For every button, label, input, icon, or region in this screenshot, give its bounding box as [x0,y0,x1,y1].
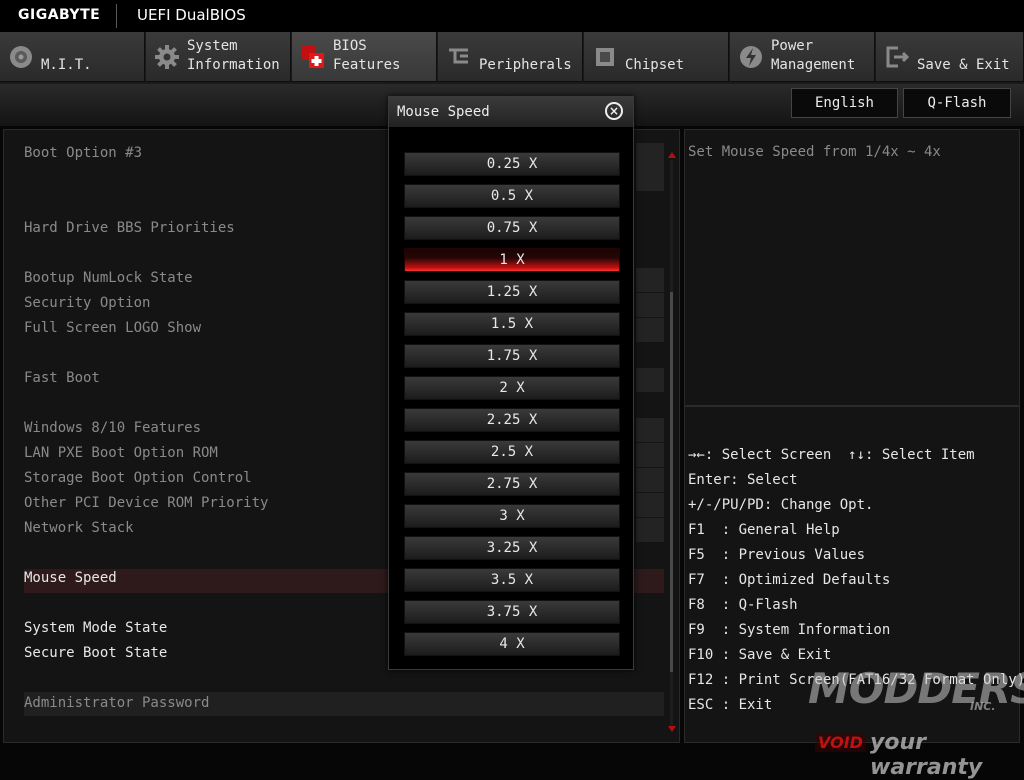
setting-security-option[interactable]: Security Option [24,294,150,312]
tab-peripherals[interactable]: Peripherals [438,32,583,82]
help-description: Set Mouse Speed from 1/4x ~ 4x [688,144,941,160]
speed-option[interactable]: 2.5 X [404,440,620,464]
setting-mouse-speed[interactable]: Mouse Speed [24,569,117,587]
speed-option[interactable]: 2 X [404,376,620,400]
chipset-icon [596,48,614,66]
setting-network-stack[interactable]: Network Stack [24,519,134,537]
mouse-speed-popup: Mouse Speed × 0.25 X 0.5 X 0.75 X 1 X 1.… [388,96,634,670]
setting-lan-pxe[interactable]: LAN PXE Boot Option ROM [24,444,218,462]
peripherals-icon [449,48,468,64]
setting-other-pci[interactable]: Other PCI Device ROM Priority [24,494,268,512]
speed-option-selected[interactable]: 1 X [404,248,620,272]
setting-value[interactable] [636,418,664,442]
watermark-inc: INC. [970,700,996,713]
setting-value[interactable] [636,318,664,342]
setting-value[interactable] [636,368,664,392]
setting-secure-boot-state: Secure Boot State [24,645,168,661]
key-hint: F7 : Optimized Defaults [688,572,891,588]
setting-value[interactable] [636,143,664,191]
key-hint: F5 : Previous Values [688,547,866,563]
mit-dial-icon [10,46,32,68]
language-button[interactable]: English [791,88,898,118]
setting-numlock-state[interactable]: Bootup NumLock State [24,269,193,287]
setting-admin-password[interactable]: Administrator Password [24,694,209,712]
setting-storage-boot[interactable]: Storage Boot Option Control [24,469,252,487]
speed-option[interactable]: 4 X [404,632,620,656]
scroll-up-arrow-icon[interactable] [668,152,676,158]
speed-option[interactable]: 0.5 X [404,184,620,208]
tab-label: Power Management [771,38,856,73]
watermark-void: VOID [815,733,866,752]
top-bar: GIGABYTE UEFI DualBIOS [0,0,1024,32]
speed-option[interactable]: 0.75 X [404,216,620,240]
scrollbar-thumb[interactable] [670,292,673,672]
exit-icon [886,46,910,68]
setting-value[interactable] [636,443,664,467]
close-icon[interactable]: × [605,102,623,120]
key-hint: F9 : System Information [688,622,891,638]
bios-chip-icon [302,46,324,68]
key-hint: Enter: Select [688,472,798,488]
key-hint: +/-/PU/PD: Change Opt. [688,497,874,513]
speed-option[interactable]: 2.75 X [404,472,620,496]
setting-fast-boot[interactable]: Fast Boot [24,369,100,387]
key-hint: →←: Select Screen ↑↓: Select Item [688,447,975,463]
tab-save-exit[interactable]: Save & Exit [876,32,1024,82]
setting-hdd-bbs-priorities[interactable]: Hard Drive BBS Priorities [24,219,235,237]
speed-option[interactable]: 2.25 X [404,408,620,432]
setting-system-mode-state: System Mode State [24,620,168,636]
qflash-button[interactable]: Q-Flash [903,88,1011,118]
speed-option[interactable]: 3.5 X [404,568,620,592]
product-title: UEFI DualBIOS [137,6,246,24]
tab-bios-features[interactable]: BIOS Features [292,32,437,82]
tab-chipset[interactable]: Chipset [584,32,729,82]
power-icon [740,46,762,68]
scroll-down-arrow-icon[interactable] [668,726,676,732]
key-hint: F1 : General Help [688,522,840,538]
brand-logo: GIGABYTE [18,7,101,23]
popup-title: Mouse Speed [397,104,490,120]
speed-option[interactable]: 3 X [404,504,620,528]
tab-label: Chipset [625,57,685,73]
speed-option[interactable]: 1.25 X [404,280,620,304]
popup-header: Mouse Speed × [389,97,633,127]
setting-logo-show[interactable]: Full Screen LOGO Show [24,319,201,337]
setting-value[interactable] [636,268,664,292]
header-divider [116,4,117,28]
tab-mit[interactable]: M.I.T. [0,32,145,82]
key-hint: F8 : Q-Flash [688,597,798,613]
gear-icon [155,45,179,69]
tab-label: M.I.T. [41,57,92,73]
speed-option[interactable]: 1.5 X [404,312,620,336]
setting-value[interactable] [636,293,664,317]
setting-value[interactable] [636,468,664,492]
watermark-tagline: your warranty [870,730,983,780]
tab-power-management[interactable]: Power Management [730,32,875,82]
speed-option[interactable]: 3.25 X [404,536,620,560]
tab-label: Save & Exit [917,57,1010,73]
speed-option[interactable]: 0.25 X [404,152,620,176]
tab-label: BIOS Features [333,38,401,73]
setting-value[interactable] [636,493,664,517]
tab-system-information[interactable]: System Information [146,32,291,82]
help-divider [684,405,1020,407]
setting-value[interactable] [636,518,664,542]
speed-option[interactable]: 3.75 X [404,600,620,624]
setting-boot-option-3[interactable]: Boot Option #3 [24,144,142,162]
tab-label: Peripherals [479,57,572,73]
main-tab-bar: M.I.T. System Information BIOS Features … [0,32,1024,84]
tab-label: System Information [187,38,280,73]
setting-windows-features[interactable]: Windows 8/10 Features [24,419,201,437]
speed-option[interactable]: 1.75 X [404,344,620,368]
